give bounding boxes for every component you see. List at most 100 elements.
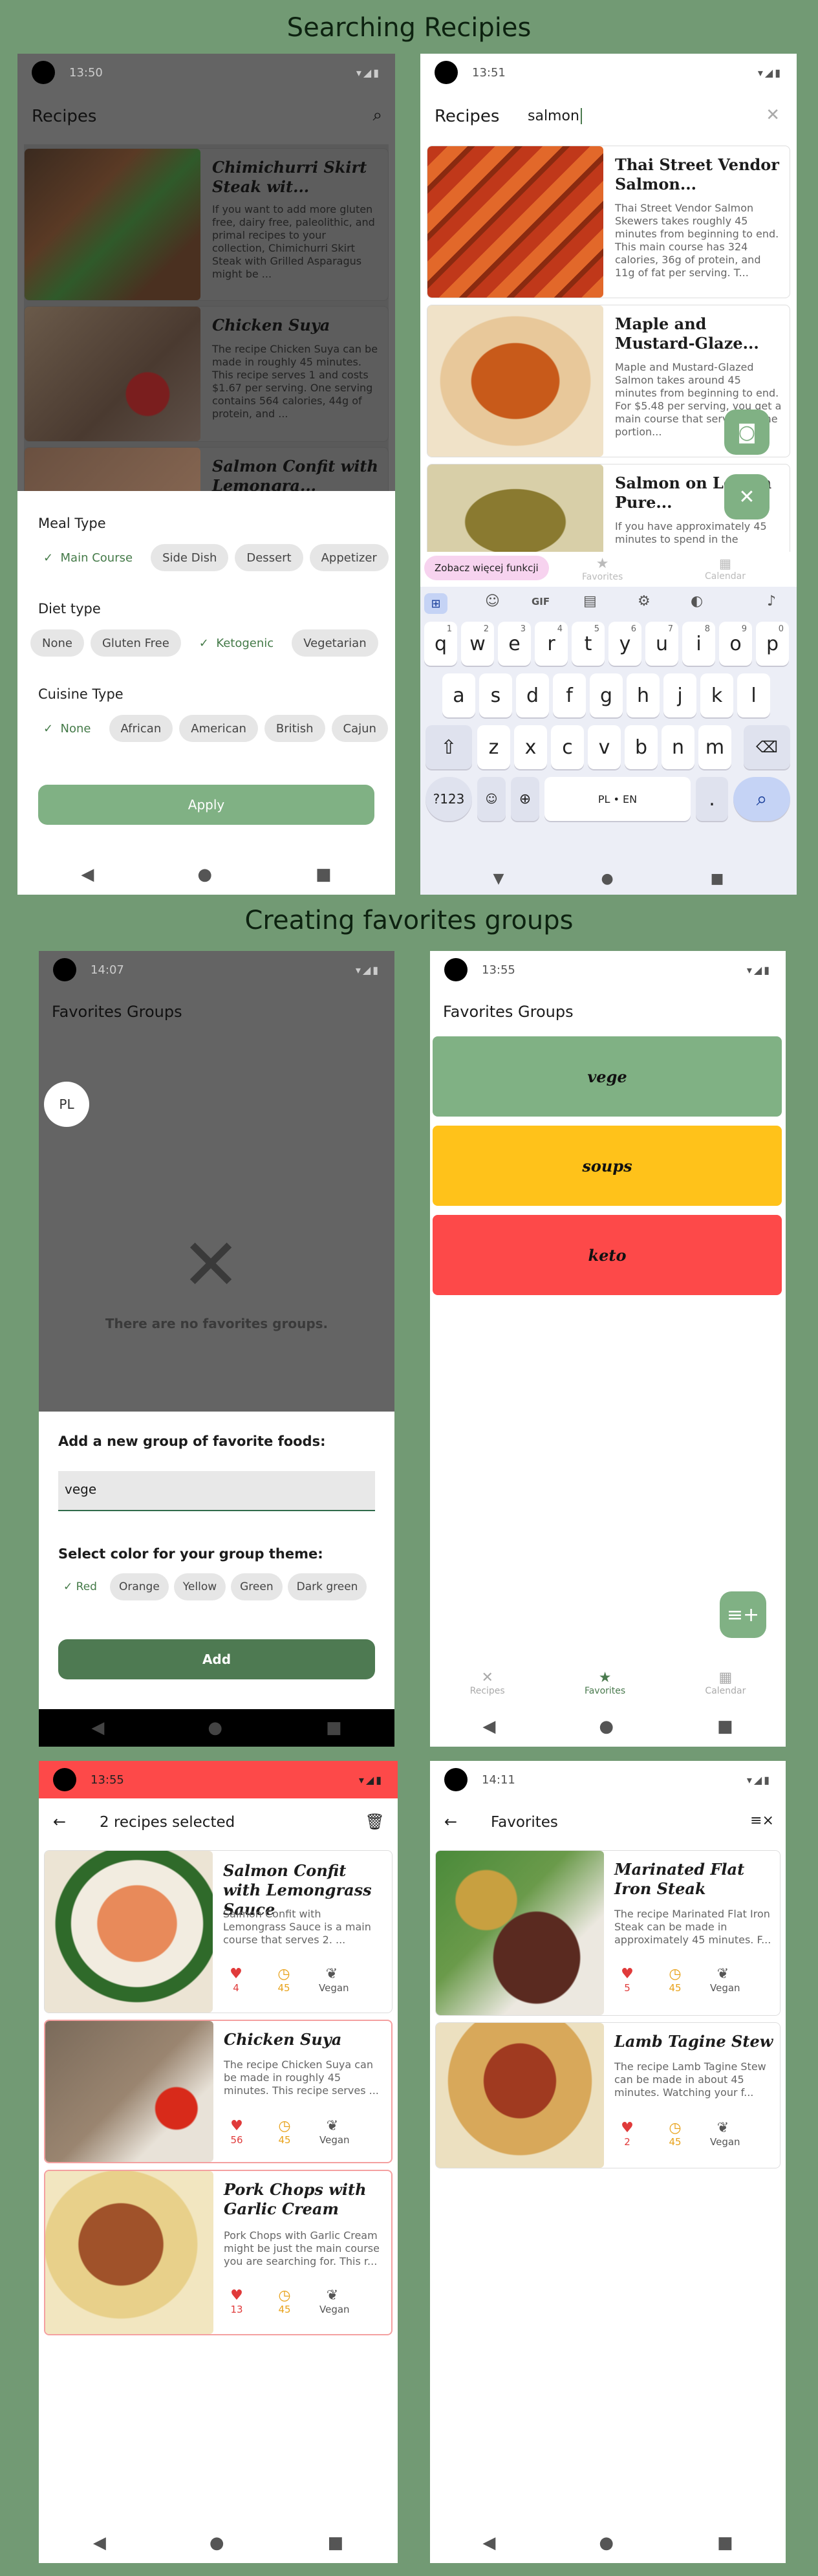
group-keto[interactable]: keto (433, 1215, 782, 1295)
chip-ketogenic[interactable]: ✓ Ketogenic (188, 629, 285, 657)
recents-icon[interactable]: ■ (326, 1718, 342, 1738)
home-icon[interactable]: ● (208, 1718, 222, 1738)
group-name-input[interactable]: vege (58, 1471, 375, 1511)
chip-orange[interactable]: Orange (109, 1573, 169, 1600)
delete-icon[interactable]: 🗑 (365, 1813, 385, 1831)
shift-key[interactable]: ⇧ (425, 725, 472, 769)
chip-american[interactable]: American (179, 715, 258, 742)
chip-vegetarian[interactable]: Vegetarian (292, 629, 378, 657)
home-icon[interactable]: ● (601, 871, 613, 887)
chip-diet-none[interactable]: None (30, 629, 84, 657)
chip-gluten-free[interactable]: Gluten Free (90, 629, 181, 657)
key-g[interactable]: g (590, 673, 623, 717)
recipe-card[interactable]: Marinated Flat Iron Steak The recipe Mar… (435, 1850, 780, 2016)
back-arrow-icon[interactable]: ← (53, 1813, 66, 1831)
chip-cajun[interactable]: Cajun (331, 715, 388, 742)
back-icon[interactable]: ◀ (482, 2533, 495, 2553)
recipe-card[interactable]: Lamb Tagine Stew The recipe Lamb Tagine … (435, 2022, 780, 2168)
key-x[interactable]: x (514, 725, 547, 769)
recipe-card[interactable]: Chimichurri Skirt Steak wit... If you wa… (24, 148, 389, 301)
recents-icon[interactable]: ■ (711, 871, 724, 887)
key-t[interactable]: t5 (572, 622, 605, 666)
home-icon[interactable]: ● (599, 1717, 614, 1736)
recents-icon[interactable]: ■ (717, 2533, 733, 2553)
search-key[interactable]: ⌕ (733, 777, 790, 821)
recents-icon[interactable]: ■ (316, 865, 332, 884)
search-icon[interactable]: ⌕ (372, 105, 382, 126)
nav-favorites[interactable]: ★ Favorites (585, 1670, 625, 1696)
key-w[interactable]: w2 (461, 622, 494, 666)
settings-icon[interactable]: ⚙ (638, 593, 651, 609)
chip-african[interactable]: African (109, 715, 173, 742)
back-icon[interactable]: ◀ (482, 1717, 495, 1736)
nav-calendar[interactable]: ▦ Calendar (705, 1670, 746, 1696)
home-icon[interactable]: ● (599, 2533, 614, 2553)
key-e[interactable]: e3 (498, 622, 531, 666)
add-button[interactable]: Add (58, 1639, 375, 1679)
key-k[interactable]: k (700, 673, 733, 717)
avatar[interactable]: PL (44, 1082, 89, 1127)
back-icon[interactable]: ◀ (93, 2533, 106, 2553)
nav-calendar[interactable]: ▦ Calendar (705, 556, 746, 582)
clear-icon[interactable]: ✕ (766, 105, 780, 125)
key-i[interactable]: i8 (682, 622, 715, 666)
gif-icon[interactable]: GIF (532, 596, 550, 607)
chip-dessert[interactable]: Dessert (235, 544, 303, 571)
group-soups[interactable]: soups (433, 1126, 782, 1206)
chip-green[interactable]: Green (231, 1573, 283, 1600)
back-icon[interactable]: ◀ (91, 1718, 104, 1738)
key-h[interactable]: h (627, 673, 660, 717)
add-group-fab[interactable]: ≡+ (720, 1591, 766, 1638)
key-q[interactable]: q1 (424, 622, 457, 666)
key-r[interactable]: r4 (535, 622, 568, 666)
key-d[interactable]: d (516, 673, 549, 717)
recipe-card[interactable]: Thai Street Vendor Salmon... Thai Street… (427, 146, 790, 298)
chip-side-dish[interactable]: Side Dish (151, 544, 229, 571)
recents-icon[interactable]: ■ (328, 2533, 344, 2553)
key-f[interactable]: f (553, 673, 586, 717)
chip-cuisine-none[interactable]: ✓ None (32, 715, 103, 742)
key-z[interactable]: z (477, 725, 510, 769)
back-icon[interactable]: ◀ (81, 865, 94, 884)
period-key[interactable]: . (696, 777, 728, 821)
chip-yellow[interactable]: Yellow (173, 1573, 226, 1600)
key-b[interactable]: b (625, 725, 658, 769)
back-arrow-icon[interactable]: ← (444, 1813, 457, 1831)
group-vege[interactable]: vege (433, 1036, 782, 1117)
key-u[interactable]: u7 (645, 622, 678, 666)
recipe-card-selected[interactable]: Pork Chops with Garlic Cream Pork Chops … (44, 2170, 393, 2335)
key-a[interactable]: a (442, 673, 475, 717)
nav-favorites[interactable]: ★ Favorites (582, 556, 623, 582)
mic-icon[interactable]: ♪ (767, 593, 776, 609)
key-l[interactable]: l (737, 673, 770, 717)
key-n[interactable]: n (662, 725, 694, 769)
utensils-fab[interactable]: ✕ (724, 474, 770, 519)
home-icon[interactable]: ● (210, 2533, 224, 2553)
apply-button[interactable]: Apply (38, 785, 374, 825)
home-icon[interactable]: ● (197, 865, 212, 884)
recents-icon[interactable]: ■ (717, 1717, 733, 1736)
symbols-key[interactable]: ?123 (425, 777, 472, 821)
recipe-card-selected[interactable]: Chicken Suya The recipe Chicken Suya can… (44, 2020, 393, 2163)
chip-red[interactable]: ✓ Red (56, 1573, 105, 1600)
key-y[interactable]: y6 (608, 622, 641, 666)
chip-dark-green[interactable]: Dark green (287, 1573, 367, 1600)
sticker-icon[interactable]: ☺ (485, 593, 500, 609)
palette-icon[interactable]: ◐ (691, 593, 703, 609)
chip-british[interactable]: British (264, 715, 325, 742)
space-key[interactable]: PL • EN (544, 777, 691, 821)
camera-fab[interactable]: ◙ (724, 409, 770, 455)
chip-main-course[interactable]: ✓ Main Course (32, 544, 144, 571)
recipe-card[interactable]: Salmon Confit with Lemongrass Sauce Salm… (44, 1850, 393, 2013)
clipboard-icon[interactable]: ▤ (583, 593, 597, 609)
globe-icon[interactable]: ⊕ (511, 777, 539, 821)
nav-recipes[interactable]: ✕ Recipes (470, 1670, 505, 1696)
key-m[interactable]: m (698, 725, 731, 769)
emoji-key[interactable]: ☺ (477, 777, 506, 821)
key-v[interactable]: v (588, 725, 621, 769)
key-p[interactable]: p0 (756, 622, 789, 666)
key-o[interactable]: o9 (719, 622, 752, 666)
back-icon[interactable]: ▼ (493, 871, 504, 887)
key-s[interactable]: s (479, 673, 512, 717)
key-j[interactable]: j (663, 673, 696, 717)
